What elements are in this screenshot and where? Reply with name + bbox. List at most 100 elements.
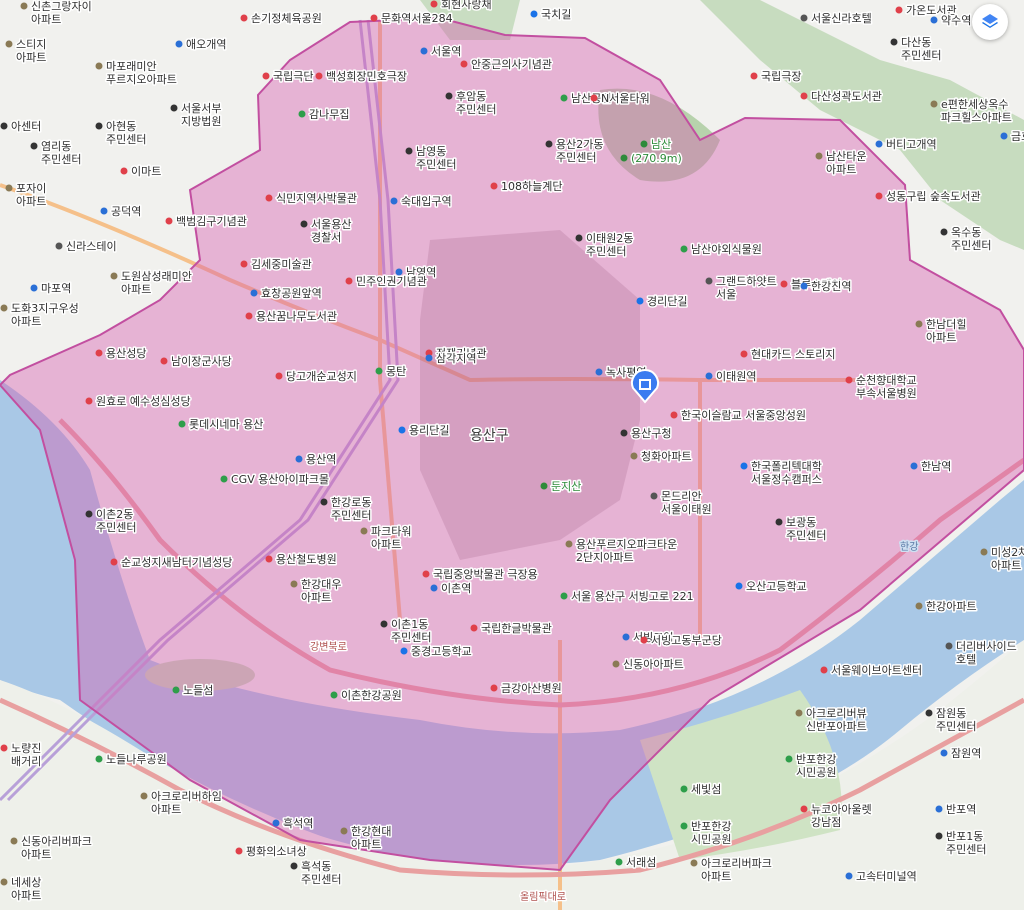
place-label: 버티고개역 — [886, 138, 937, 151]
place-label: 국립한글박물관 — [481, 622, 552, 635]
place-label: 아파트 — [991, 559, 1021, 572]
place-marker[interactable]: 108하늘계단 — [490, 178, 564, 195]
theater-icon — [422, 570, 430, 578]
place-marker[interactable]: 오산고등학교 — [735, 579, 808, 595]
place-label: 배거리 — [11, 755, 41, 768]
place-marker[interactable]: 안중근의사기념관 — [460, 57, 553, 73]
place-marker[interactable]: 고속터미널역 — [845, 869, 918, 885]
place-marker[interactable]: 국립중앙박물관 극장용 — [422, 567, 539, 583]
place-marker[interactable]: 백성희장민호극장 — [315, 69, 408, 85]
place-label: 반포1동 — [946, 830, 983, 843]
place-label: 서울이태원 — [661, 503, 712, 516]
place-marker[interactable]: 이촌한강공원 — [330, 688, 403, 704]
place-marker[interactable]: 남산야외식물원 — [680, 242, 763, 258]
place-marker[interactable]: 중경고등학교 — [400, 644, 473, 660]
place-label: 한강로동 — [331, 496, 371, 509]
road-icon — [530, 10, 538, 18]
place-label: 신동아리버파크 — [21, 835, 92, 848]
place-marker[interactable]: 손기정체육공원 — [240, 11, 323, 27]
school-icon — [735, 582, 743, 590]
map-canvas[interactable]: 용산구 강변북로 올림픽대로 한강 신촌그랑자이아파트 손기정체육공원 문화역서울2… — [0, 0, 1024, 910]
gov-icon — [30, 142, 38, 150]
place-label: 신라스테이 — [66, 240, 117, 253]
place-label: 용산성당 — [106, 347, 146, 360]
place-marker[interactable]: 서울 용산구 서빙고로 221 — [560, 589, 695, 605]
park-icon — [785, 755, 793, 763]
church-icon — [275, 372, 283, 380]
place-marker[interactable]: 순천향대학교부속서울병원 — [845, 372, 918, 402]
place-marker[interactable]: 남이장군사당 — [160, 354, 233, 370]
place-marker[interactable]: 백범김구기념관 — [165, 214, 248, 230]
place-label: 원효로 예수성심성당 — [96, 395, 191, 408]
place-marker[interactable]: 신동아아파트 — [612, 657, 685, 673]
food-icon — [375, 367, 383, 375]
place-marker[interactable]: 용산꿈나무도서관 — [245, 309, 338, 325]
subway-icon — [425, 354, 433, 362]
place-label: 아파트 — [11, 889, 41, 902]
poi-icon — [640, 636, 648, 644]
gov-icon — [445, 92, 453, 100]
place-label: 아파트 — [16, 51, 46, 64]
place-marker[interactable]: 성동구립 숲속도서관 — [875, 189, 982, 205]
place-label: 이촌한강공원 — [341, 689, 402, 702]
place-label: 한남역 — [921, 460, 951, 473]
place-label: 108하늘계단 — [501, 179, 562, 193]
place-label: 경리단길 — [647, 295, 687, 308]
library-icon — [245, 312, 253, 320]
place-marker[interactable]: 한국폴리텍대학서울정수캠퍼스 — [740, 459, 823, 488]
apt-icon — [980, 548, 988, 556]
place-label: 이마트 — [131, 165, 161, 178]
place-label: 보광동 — [786, 516, 816, 529]
layers-button[interactable] — [972, 4, 1008, 40]
subway-icon — [430, 584, 438, 592]
place-marker[interactable]: 문화역서울284 — [370, 11, 454, 27]
place-marker[interactable]: 민주인권기념관 — [345, 274, 428, 290]
place-label: 식민지역사박물관 — [276, 192, 357, 205]
place-marker[interactable]: 평화의소녀상 — [235, 844, 308, 860]
place-marker[interactable]: 순교성지새남터기념성당 — [110, 555, 234, 571]
place-marker[interactable]: 한국이슬람교 서울중앙성원 — [670, 408, 807, 424]
park-icon — [172, 686, 180, 694]
place-label: 시민공원 — [796, 766, 836, 779]
place-marker[interactable]: 당고개순교성지 — [275, 369, 358, 385]
place-marker[interactable]: e편한세상옥수파크힐스아파트 — [930, 97, 1013, 126]
place-label: 스티지 — [16, 38, 46, 51]
place-label: 경찰서 — [311, 231, 341, 244]
place-label: 현대카드 스토리지 — [751, 348, 835, 361]
place-marker[interactable]: 김세중미술관 — [240, 257, 313, 273]
place-marker[interactable]: 노들나루공원 — [95, 752, 168, 768]
place-label: 아파트 — [151, 803, 181, 816]
place-label: 주민센터 — [96, 521, 136, 534]
place-marker[interactable]: 금강아산병원 — [490, 681, 563, 697]
place-marker[interactable]: 용산철도병원 — [265, 552, 338, 568]
place-marker[interactable]: 국립한글박물관 — [470, 621, 553, 637]
apt-icon — [340, 827, 348, 835]
apt-icon — [110, 272, 118, 280]
place-marker[interactable]: 롯데시네마 용산 — [178, 417, 265, 433]
place-marker[interactable]: 다산성곽도서관 — [800, 89, 883, 105]
place-marker[interactable]: 서울신라호텔 — [800, 11, 873, 27]
place-marker[interactable]: 현대카드 스토리지 — [740, 347, 837, 363]
place-label: 푸르지오아파트 — [106, 73, 177, 86]
place-label: 주민센터 — [556, 151, 596, 164]
place-marker[interactable]: 효창공원앞역 — [250, 286, 323, 302]
place-label: 주민센터 — [106, 133, 146, 146]
gov-icon — [890, 38, 898, 46]
place-marker[interactable]: 아크로리버뷰신반포아파트 — [795, 706, 868, 735]
hotel-icon — [705, 277, 713, 285]
place-marker[interactable]: 식민지역사박물관 — [265, 191, 358, 207]
police-icon — [300, 220, 308, 228]
place-label: 아파트 — [16, 195, 46, 208]
museum-icon — [460, 60, 468, 68]
place-marker[interactable]: 서울웨이브아트센터 — [820, 663, 924, 679]
place-label: 한강아파트 — [926, 600, 977, 613]
place-label: 다산동 — [901, 36, 931, 49]
place-label: 도원삼성래미안 — [121, 270, 192, 283]
apt-icon — [612, 660, 620, 668]
subway-icon — [845, 872, 853, 880]
place-marker[interactable]: CGV 용산아이파크몰 — [220, 472, 331, 488]
place-label: 반포한강 — [691, 820, 731, 833]
peak-icon — [540, 482, 548, 490]
place-marker[interactable]: 원효로 예수성심성당 — [85, 394, 192, 410]
place-marker[interactable]: 서빙고동부군당 — [640, 633, 723, 649]
